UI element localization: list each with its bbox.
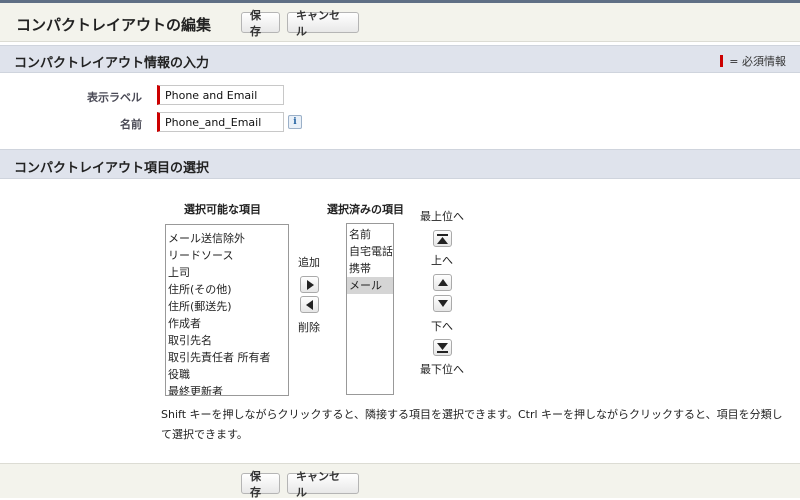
list-item[interactable]: 住所(郵送先) [166,298,288,315]
bottom-cancel-button[interactable]: キャンセル [287,470,359,499]
list-item[interactable]: メール送信除外 [166,230,288,247]
api-name-input[interactable] [157,112,284,132]
remove-label: 削除 [298,321,320,334]
available-fields-list[interactable]: メール送信除外 リードソース 上司 住所(その他) 住所(郵送先) 作成者 取引… [165,224,289,396]
list-item[interactable]: 上司 [166,264,288,281]
move-down-icon [437,300,448,307]
selected-fields-header: 選択済みの項目 [327,203,404,216]
save-button[interactable]: 保存 [241,9,280,38]
list-item[interactable]: 作成者 [166,315,288,332]
add-button[interactable] [300,276,319,293]
move-bottom-icon [437,342,448,353]
required-legend-text: = 必須情報 [729,55,786,68]
move-top-button[interactable] [433,230,452,247]
info-icon[interactable]: i [288,115,302,129]
list-item[interactable]: リードソース [166,247,288,264]
list-item[interactable]: 役職 [166,366,288,383]
info-section-title: コンパクトレイアウト情報の入力 [14,56,210,71]
required-legend: = 必須情報 [720,53,786,69]
move-down-label: 下へ [431,320,453,333]
fields-section-title: コンパクトレイアウト項目の選択 [14,161,210,176]
move-bottom-label: 最下位へ [420,363,464,376]
list-item[interactable]: 取引先名 [166,332,288,349]
selected-fields-list[interactable]: 名前 自宅電話 携帯 メール [346,223,394,395]
move-top-icon [437,233,448,244]
list-item[interactable]: 携帯 [347,260,393,277]
move-up-icon [437,279,448,286]
info-section-header: コンパクトレイアウト情報の入力 = 必須情報 [0,45,800,73]
remove-button[interactable] [300,296,319,313]
list-item[interactable]: 自宅電話 [347,243,393,260]
page-title: コンパクトレイアウトの編集 [16,16,212,34]
move-bottom-button[interactable] [433,339,452,356]
display-label-label: 表示ラベル [87,91,142,104]
arrow-left-icon [305,299,313,310]
arrow-right-icon [306,279,314,290]
move-down-button[interactable] [433,295,452,312]
move-top-label: 最上位へ [420,210,464,223]
page-header: コンパクトレイアウトの編集 保存 キャンセル [0,3,800,42]
list-item[interactable]: 住所(その他) [166,281,288,298]
display-label-input[interactable] [157,85,284,105]
list-item-selected[interactable]: メール [347,277,393,294]
selection-hint: Shift キーを押しながらクリックすると、隣接する項目を選択できます。Ctrl… [161,408,783,441]
list-item[interactable]: 最終更新者 [166,383,288,395]
required-marker-icon [720,55,724,67]
bottom-save-button[interactable]: 保存 [241,470,280,499]
cancel-button[interactable]: キャンセル [287,9,359,38]
list-item[interactable]: 取引先責任者 所有者 [166,349,288,366]
fields-section-header: コンパクトレイアウト項目の選択 [0,149,800,179]
available-fields-header: 選択可能な項目 [184,203,261,216]
api-name-label: 名前 [120,118,142,131]
move-up-label: 上へ [431,254,453,267]
move-up-button[interactable] [433,274,452,291]
list-item[interactable]: 名前 [347,226,393,243]
bottom-button-bar: 保存 キャンセル [0,463,800,499]
add-label: 追加 [298,256,320,269]
